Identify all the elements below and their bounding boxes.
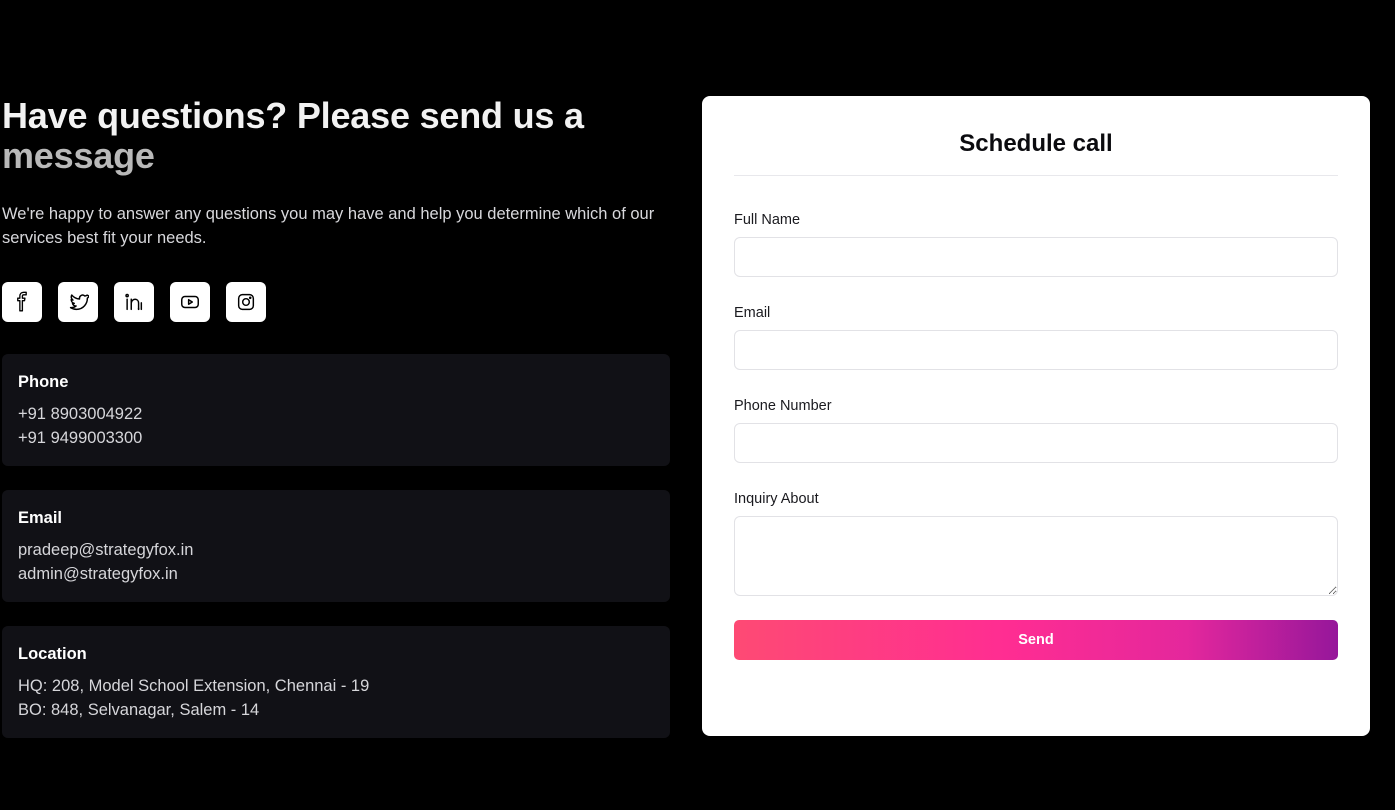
phone-number-label: Phone Number — [734, 398, 832, 414]
facebook-icon — [17, 291, 27, 312]
facebook-link[interactable] — [2, 282, 42, 322]
phone-number-field: Phone Number — [734, 397, 1338, 463]
email-label: Email — [734, 305, 771, 321]
email-address-2[interactable]: admin@strategyfox.in — [18, 562, 654, 586]
youtube-icon — [181, 295, 199, 309]
twitter-link[interactable] — [58, 282, 98, 322]
headline-accent: message — [2, 135, 155, 176]
email-address-1[interactable]: pradeep@strategyfox.in — [18, 538, 654, 562]
inquiry-textarea[interactable] — [734, 516, 1338, 596]
inquiry-label: Inquiry About — [734, 491, 819, 507]
phone-number-1[interactable]: +91 8903004922 — [18, 402, 654, 426]
intro-text: We're happy to answer any questions you … — [2, 205, 655, 247]
youtube-link[interactable] — [170, 282, 210, 322]
full-name-field: Full Name — [734, 211, 1338, 277]
phone-card: Phone +91 8903004922 +91 9499003300 — [2, 354, 670, 466]
inquiry-field: Inquiry About — [734, 490, 1338, 596]
full-name-input[interactable] — [734, 237, 1338, 277]
schedule-call-form: Schedule call Full Name Email Phone Numb… — [702, 96, 1370, 736]
email-field: Email — [734, 304, 1338, 370]
email-addresses: pradeep@strategyfox.in admin@strategyfox… — [18, 538, 654, 586]
location-card: Location HQ: 208, Model School Extension… — [2, 626, 670, 738]
form-title: Schedule call — [734, 96, 1338, 176]
full-name-label: Full Name — [734, 212, 801, 228]
headline-main: Have questions? Please send us a — [2, 95, 584, 136]
location-bo: BO: 848, Selvanagar, Salem - 14 — [18, 701, 260, 719]
send-button[interactable]: Send — [734, 620, 1338, 660]
email-card: Email pradeep@strategyfox.in admin@strat… — [2, 490, 670, 602]
location-card-title: Location — [18, 645, 87, 663]
linkedin-link[interactable] — [114, 282, 154, 322]
social-links — [2, 282, 670, 322]
contact-info-section: Have questions? Please send us a message… — [2, 96, 670, 738]
page-headline: Have questions? Please send us a message — [2, 96, 670, 176]
location-hq: HQ: 208, Model School Extension, Chennai… — [18, 677, 370, 695]
instagram-icon — [237, 293, 255, 311]
email-input[interactable] — [734, 330, 1338, 370]
contact-page: Have questions? Please send us a message… — [0, 0, 1395, 810]
location-addresses: HQ: 208, Model School Extension, Chennai… — [18, 674, 654, 722]
contact-cards: Phone +91 8903004922 +91 9499003300 Emai… — [2, 354, 670, 738]
phone-number-input[interactable] — [734, 423, 1338, 463]
phone-number-2[interactable]: +91 9499003300 — [18, 426, 654, 450]
email-card-title: Email — [18, 509, 63, 527]
instagram-link[interactable] — [226, 282, 266, 322]
phone-card-title: Phone — [18, 373, 69, 391]
linkedin-icon — [125, 293, 143, 311]
twitter-icon — [69, 294, 89, 311]
phone-numbers: +91 8903004922 +91 9499003300 — [18, 402, 654, 450]
